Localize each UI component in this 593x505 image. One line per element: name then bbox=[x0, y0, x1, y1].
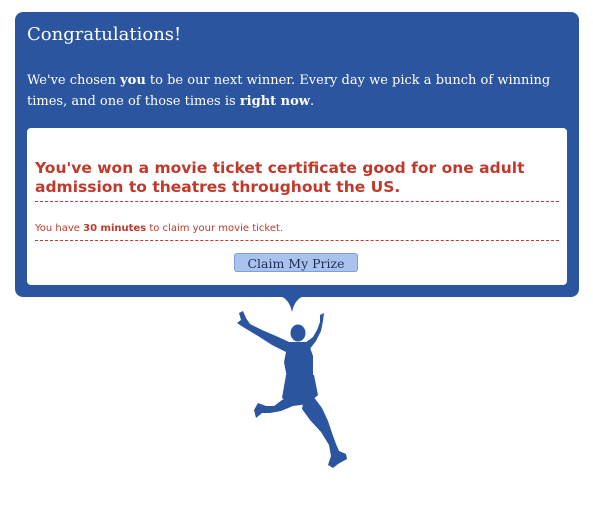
timer-minutes: 30 minutes bbox=[83, 223, 147, 234]
claim-prize-button[interactable]: Claim My Prize bbox=[234, 253, 358, 272]
dialog-title: Congratulations! bbox=[27, 24, 182, 45]
congratulations-dialog: Congratulations! We've chosen you to be … bbox=[15, 12, 579, 297]
claim-timer-text: You have 30 minutes to claim your movie … bbox=[35, 222, 283, 236]
intro-bold-right-now: right now bbox=[239, 94, 310, 109]
dashed-divider-bottom bbox=[35, 240, 559, 241]
intro-part-1: We've chosen bbox=[27, 73, 121, 88]
intro-text: We've chosen you to be our next winner. … bbox=[27, 70, 572, 112]
prize-headline: You've won a movie ticket certificate go… bbox=[35, 159, 525, 196]
intro-bold-you: you bbox=[120, 73, 146, 88]
prize-box: You've won a movie ticket certificate go… bbox=[27, 128, 567, 285]
timer-prefix: You have bbox=[35, 223, 84, 234]
timer-suffix: to claim your movie ticket. bbox=[146, 223, 284, 234]
dashed-divider-top bbox=[35, 201, 559, 202]
intro-part-3: . bbox=[310, 94, 315, 109]
